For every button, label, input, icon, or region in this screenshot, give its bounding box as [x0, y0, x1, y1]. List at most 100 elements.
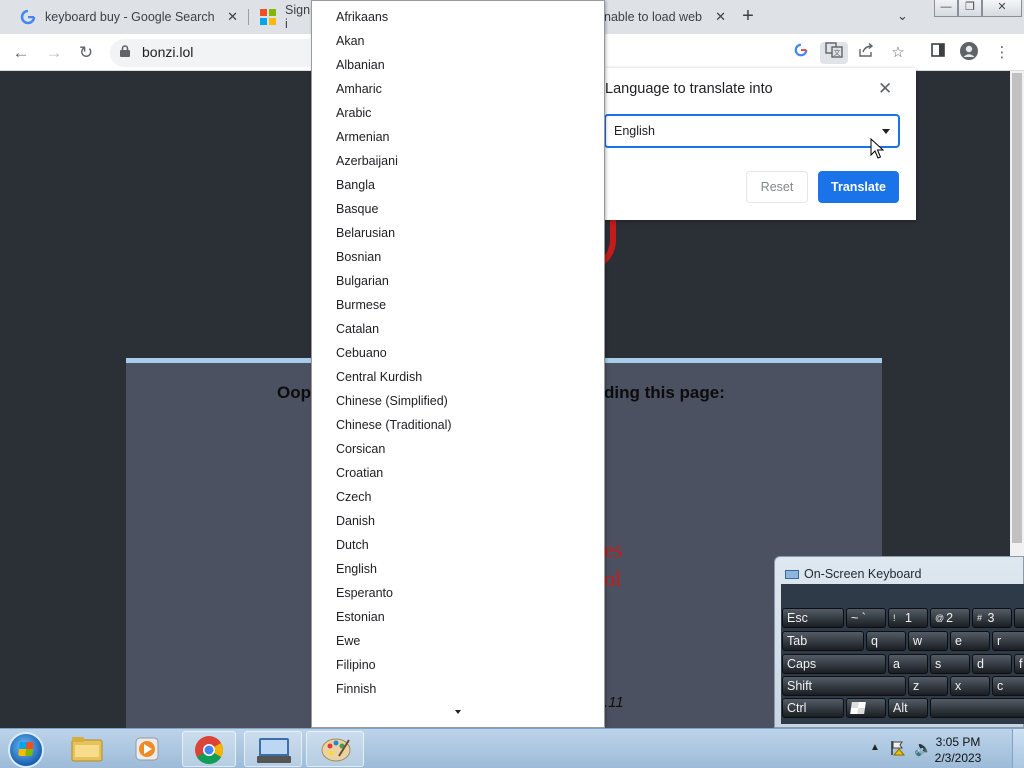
close-window-button[interactable]: ✕ [982, 0, 1022, 17]
taskbar-clock[interactable]: 3:05 PM 2/3/2023 [930, 734, 986, 766]
language-option[interactable]: Armenian [336, 125, 390, 149]
language-option[interactable]: Bosnian [336, 245, 381, 269]
minimize-button[interactable]: — [934, 0, 958, 17]
tab-google-search[interactable]: keyboard buy - Google Search ✕ [10, 0, 248, 34]
language-option[interactable]: Esperanto [336, 581, 393, 605]
key-3[interactable]: # 3 [972, 608, 1012, 628]
more-menu-icon[interactable]: ⋮ [991, 42, 1013, 64]
back-arrow-icon[interactable]: ← [10, 42, 32, 64]
windows-logo-icon [850, 702, 866, 714]
key-s[interactable]: s [930, 654, 970, 674]
close-icon[interactable]: ✕ [878, 79, 892, 99]
taskbar-chrome[interactable] [182, 731, 236, 767]
chevron-down-icon [882, 129, 890, 134]
address-bar[interactable] [110, 39, 310, 67]
key-2[interactable]: @2 [930, 608, 970, 628]
key-caps[interactable]: Caps [782, 654, 886, 674]
key-tab[interactable]: Tab [782, 631, 864, 651]
show-hidden-icons-icon[interactable]: ▲ [870, 742, 880, 753]
translate-icon[interactable]: 文 [820, 42, 848, 64]
key-a[interactable]: a [888, 654, 928, 674]
version-text: .11 [604, 694, 624, 711]
clock-date: 2/3/2023 [934, 751, 982, 765]
language-option[interactable]: Estonian [336, 605, 385, 629]
tab-title: nable to load web [604, 10, 702, 24]
share-icon[interactable] [855, 42, 877, 64]
bookmark-star-icon[interactable]: ☆ [887, 42, 909, 64]
language-option[interactable]: Burmese [336, 293, 386, 317]
profile-avatar-icon[interactable] [958, 42, 980, 64]
key-z[interactable]: z [908, 676, 948, 696]
key-r[interactable]: r [992, 631, 1024, 651]
key-w[interactable]: w [908, 631, 948, 651]
language-option[interactable]: Basque [336, 197, 378, 221]
language-option[interactable]: Finnish [336, 677, 376, 701]
maximize-button[interactable]: ❐ [958, 0, 982, 17]
language-option[interactable]: Filipino [336, 653, 376, 677]
key-4[interactable] [1014, 608, 1024, 628]
tab-search-icon[interactable]: ⌄ [897, 8, 908, 24]
language-option[interactable]: Chinese (Simplified) [336, 389, 448, 413]
error-heading-left: Oop [277, 383, 311, 402]
action-center-flag-icon[interactable] [890, 740, 906, 756]
language-dropdown-list[interactable]: Finnish Filipino Ewe Estonian Esperanto Engli… [311, 0, 605, 728]
scroll-down-arrow-icon[interactable] [455, 710, 461, 714]
google-lens-icon[interactable] [790, 42, 812, 64]
key-alt[interactable]: Alt [888, 698, 928, 718]
start-button[interactable] [8, 732, 44, 768]
side-panel-icon[interactable] [927, 42, 949, 64]
language-option[interactable]: Afrikaans [336, 5, 388, 29]
language-option[interactable]: Corsican [336, 437, 385, 461]
language-option[interactable]: Cebuano [336, 341, 387, 365]
language-option[interactable]: Ewe [336, 629, 360, 653]
language-option[interactable]: Dutch [336, 533, 369, 557]
translate-button[interactable]: Translate [818, 171, 899, 203]
language-option[interactable]: Akan [336, 29, 365, 53]
language-option[interactable]: Central Kurdish [336, 365, 422, 389]
key-ctrl[interactable]: Ctrl [782, 698, 844, 718]
key-x[interactable]: x [950, 676, 990, 696]
reset-button[interactable]: Reset [746, 171, 808, 203]
key-tilde[interactable]: ~ ` [846, 608, 886, 628]
new-tab-button[interactable]: + [737, 5, 759, 27]
language-option[interactable]: Czech [336, 485, 371, 509]
language-option[interactable]: Albanian [336, 53, 385, 77]
key-1[interactable]: ! 1 [888, 608, 928, 628]
key-q[interactable]: q [866, 631, 906, 651]
key-d[interactable]: d [972, 654, 1012, 674]
taskbar-on-screen-keyboard[interactable] [244, 731, 302, 767]
language-option[interactable]: Belarusian [336, 221, 395, 245]
key-esc[interactable]: Esc [782, 608, 844, 628]
language-option[interactable]: Bangla [336, 173, 375, 197]
language-option[interactable]: Chinese (Traditional) [336, 413, 452, 437]
mouse-cursor-icon [870, 137, 885, 160]
page-scrollbar-thumb[interactable] [1012, 73, 1022, 543]
lock-icon[interactable] [120, 45, 130, 57]
tab-sign-in[interactable]: Sign i [250, 0, 312, 34]
key-c[interactable]: c [992, 676, 1024, 696]
tab-unable-to-load[interactable]: nable to load web ✕ [594, 0, 728, 34]
language-option[interactable]: Bulgarian [336, 269, 389, 293]
key-shift[interactable]: Shift [782, 676, 906, 696]
show-desktop-button[interactable] [1012, 729, 1024, 768]
reload-icon[interactable]: ↻ [75, 42, 97, 64]
language-option[interactable]: Arabic [336, 101, 371, 125]
language-option[interactable]: Danish [336, 509, 375, 533]
tab-close-icon[interactable]: ✕ [715, 9, 726, 25]
key-windows[interactable] [846, 698, 886, 718]
key-e[interactable]: e [950, 631, 990, 651]
language-option[interactable]: Azerbaijani [336, 149, 398, 173]
language-option[interactable]: Amharic [336, 77, 382, 101]
taskbar-media-player[interactable] [120, 731, 174, 767]
language-option[interactable]: Croatian [336, 461, 383, 485]
key-space[interactable] [930, 698, 1024, 718]
target-language-select[interactable]: English [604, 114, 900, 148]
taskbar-explorer[interactable] [60, 731, 114, 767]
language-option[interactable]: Catalan [336, 317, 379, 341]
key-f[interactable]: f [1014, 654, 1024, 674]
taskbar-paint[interactable] [306, 731, 364, 767]
forward-arrow-icon[interactable]: → [43, 42, 65, 64]
url-text[interactable]: bonzi.lol [142, 44, 193, 60]
tab-close-icon[interactable]: ✕ [227, 9, 238, 25]
language-option[interactable]: English [336, 557, 377, 581]
